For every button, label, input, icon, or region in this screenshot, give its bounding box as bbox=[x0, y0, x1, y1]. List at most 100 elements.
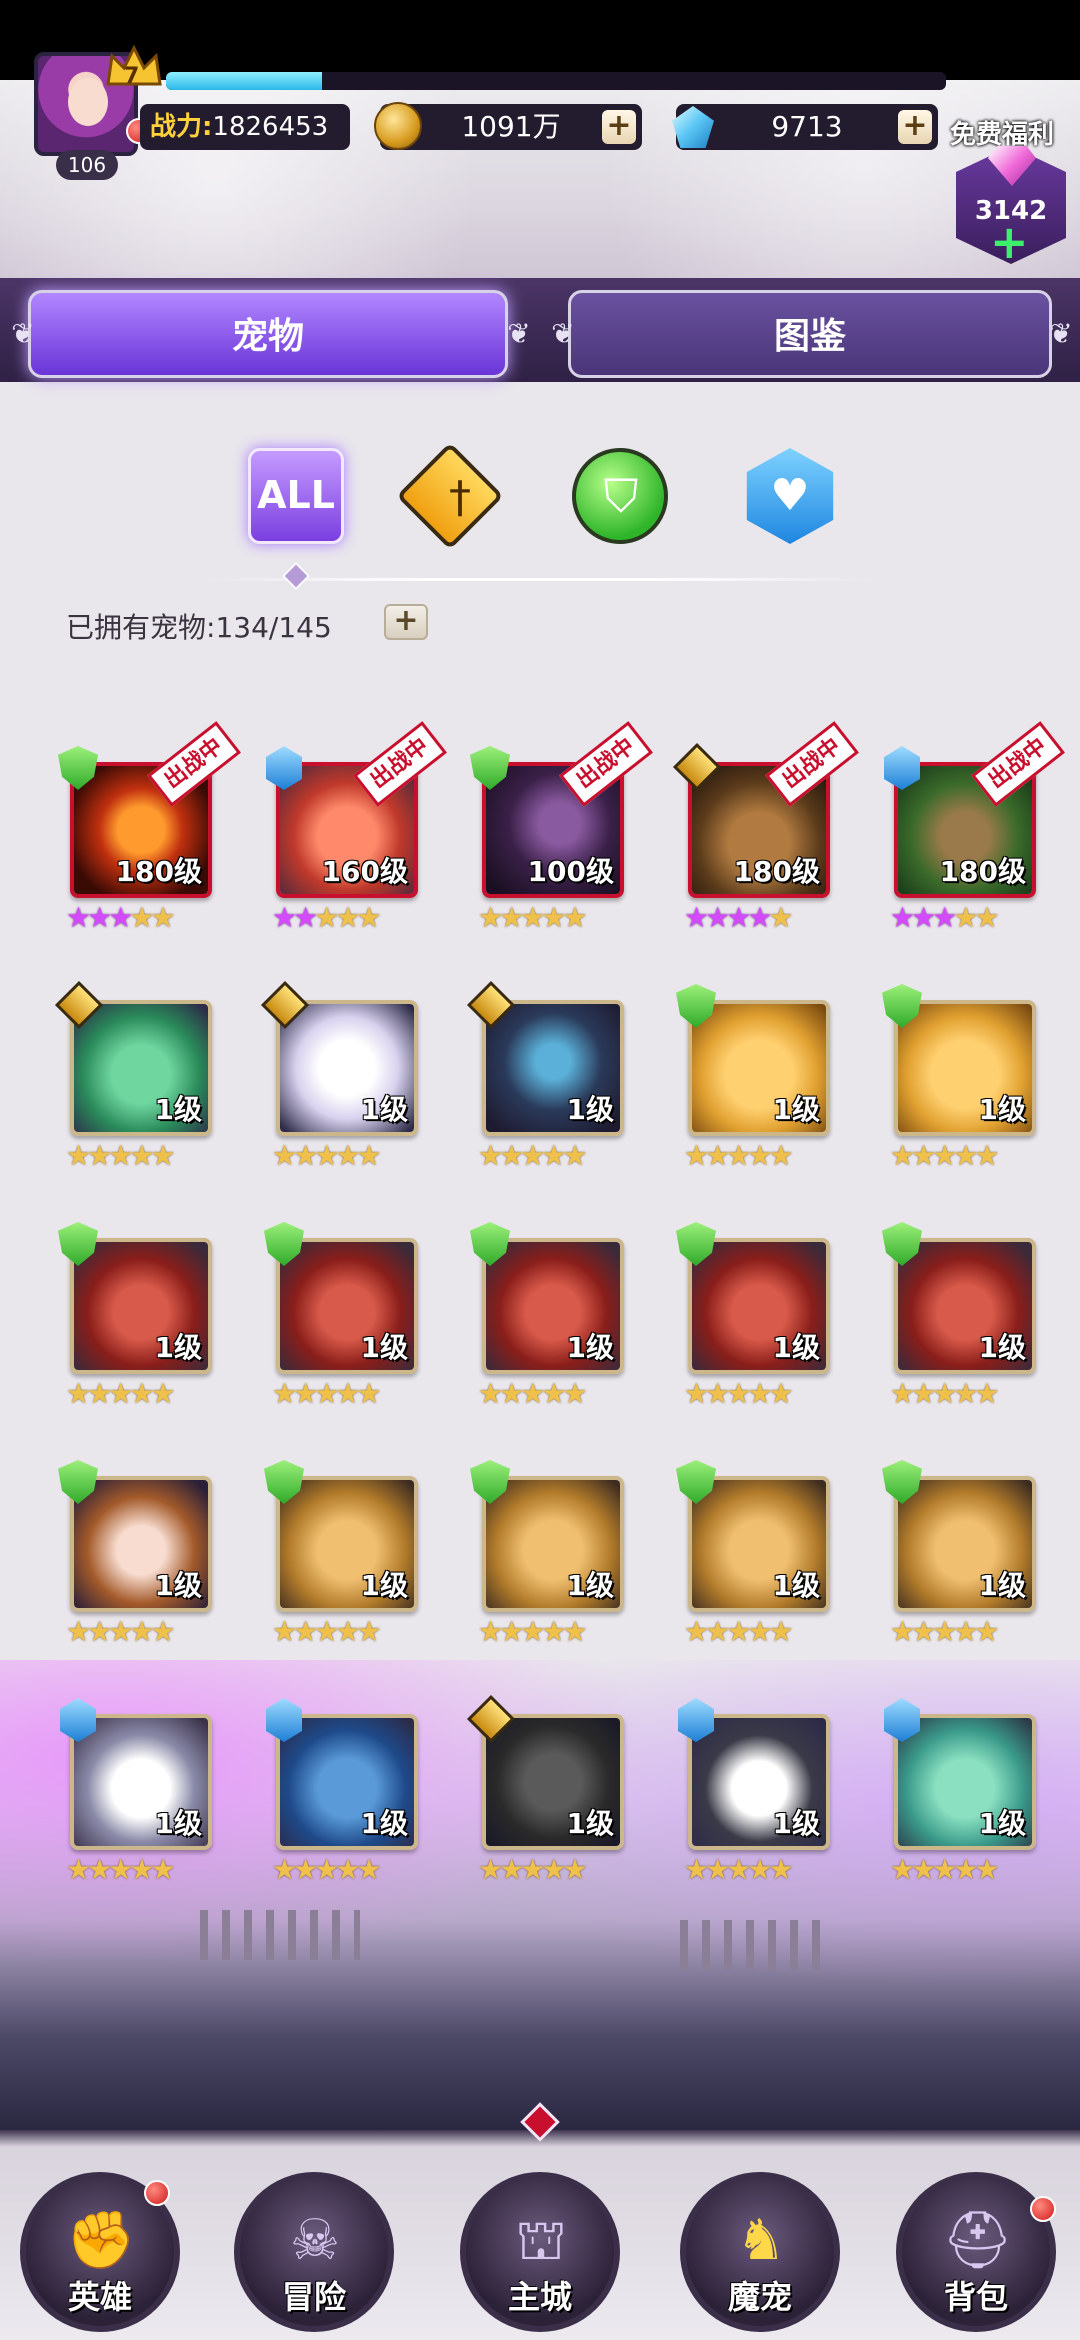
star-icon: ★ bbox=[66, 1377, 91, 1410]
star-icon: ★ bbox=[684, 1615, 709, 1648]
star-icon: ★ bbox=[911, 1853, 936, 1886]
star-icon: ★ bbox=[747, 1853, 772, 1886]
pet-star-rating: ★★★★★ bbox=[66, 1378, 220, 1410]
pet-card[interactable]: 180级 出战中 ★★★★★ bbox=[58, 721, 241, 934]
pet-level: 1级 bbox=[772, 1569, 820, 1602]
star-icon: ★ bbox=[726, 1615, 751, 1648]
star-icon: ★ bbox=[293, 1615, 318, 1648]
star-icon: ★ bbox=[911, 1139, 936, 1172]
star-icon: ★ bbox=[974, 901, 999, 934]
star-icon: ★ bbox=[974, 1139, 999, 1172]
pet-star-rating: ★★★★★ bbox=[684, 902, 838, 934]
star-icon: ★ bbox=[108, 1853, 133, 1886]
star-icon: ★ bbox=[150, 1377, 175, 1410]
nav-main-city[interactable]: ⛫ 主城 bbox=[460, 2172, 620, 2332]
star-icon: ★ bbox=[272, 1853, 297, 1886]
add-diamond-icon[interactable]: + bbox=[990, 219, 1029, 265]
pet-portrait-frame: 1级 bbox=[70, 1714, 212, 1850]
pet-card[interactable]: 1级 ★★★★★ bbox=[60, 1698, 220, 1886]
owned-pets-count: 已拥有宠物:134/145 bbox=[66, 606, 332, 646]
star-icon: ★ bbox=[726, 1139, 751, 1172]
castle-gate-icon: ⛫ bbox=[515, 2208, 567, 2273]
pet-level: 1级 bbox=[360, 1093, 408, 1126]
pet-card[interactable]: 1级 ★★★★★ bbox=[58, 1460, 220, 1648]
star-icon: ★ bbox=[953, 1615, 978, 1648]
pet-star-rating: ★★★★★ bbox=[890, 1378, 1044, 1410]
star-icon: ★ bbox=[87, 901, 112, 934]
gold-amount: 1091万 bbox=[461, 110, 561, 143]
star-icon: ★ bbox=[953, 1139, 978, 1172]
pet-card[interactable]: 100级 出战中 ★★★★★ bbox=[470, 721, 653, 934]
star-icon: ★ bbox=[953, 1853, 978, 1886]
pet-card[interactable]: 1级 ★★★★★ bbox=[266, 1698, 426, 1886]
pet-star-rating: ★★★★★ bbox=[890, 1854, 1044, 1886]
pet-card[interactable]: 160级 出战中 ★★★★★ bbox=[266, 721, 447, 934]
star-icon: ★ bbox=[890, 1377, 915, 1410]
nav-pets[interactable]: ♞ 魔宠 bbox=[680, 2172, 840, 2332]
dragon-icon: ♞ bbox=[735, 2208, 787, 2273]
pet-level: 180级 bbox=[115, 855, 202, 888]
star-icon: ★ bbox=[520, 901, 545, 934]
pet-card[interactable]: 1级 ★★★★★ bbox=[884, 1698, 1044, 1886]
tab-pets[interactable]: 宠物 bbox=[28, 290, 508, 378]
pet-card[interactable]: 1级 ★★★★★ bbox=[676, 984, 838, 1172]
pet-card[interactable]: 1级 ★★★★★ bbox=[470, 1460, 632, 1648]
star-icon: ★ bbox=[314, 1853, 339, 1886]
pet-portrait-frame: 1级 bbox=[688, 1476, 830, 1612]
star-icon: ★ bbox=[478, 1139, 503, 1172]
pet-card[interactable]: 1级 ★★★★★ bbox=[466, 1694, 632, 1886]
star-icon: ★ bbox=[499, 901, 524, 934]
free-benefit-label[interactable]: 免费福利 bbox=[950, 114, 1054, 151]
pet-card[interactable]: 1级 ★★★★★ bbox=[466, 980, 632, 1172]
pet-card[interactable]: 1级 ★★★★★ bbox=[882, 1460, 1044, 1648]
pet-level: 1级 bbox=[772, 1331, 820, 1364]
add-gold-button[interactable]: + bbox=[602, 110, 636, 144]
pet-card[interactable]: 1级 ★★★★★ bbox=[264, 1460, 426, 1648]
star-icon: ★ bbox=[726, 1377, 751, 1410]
pet-level: 1级 bbox=[772, 1093, 820, 1126]
pet-card[interactable]: 1级 ★★★★★ bbox=[260, 980, 426, 1172]
pet-card[interactable]: 1级 ★★★★★ bbox=[676, 1460, 838, 1648]
pet-card[interactable]: 1级 ★★★★★ bbox=[54, 980, 220, 1172]
star-icon: ★ bbox=[520, 1139, 545, 1172]
tab-ornament-icon: ❦ bbox=[551, 317, 575, 350]
pet-card[interactable]: 1级 ★★★★★ bbox=[676, 1222, 838, 1410]
star-icon: ★ bbox=[293, 1139, 318, 1172]
add-crystal-button[interactable]: + bbox=[898, 110, 932, 144]
star-icon: ★ bbox=[768, 901, 793, 934]
tab-ornament-icon: ❦ bbox=[11, 317, 35, 350]
pet-card[interactable]: 1级 ★★★★★ bbox=[470, 1222, 632, 1410]
pet-card[interactable]: 1级 ★★★★★ bbox=[678, 1698, 838, 1886]
star-icon: ★ bbox=[890, 1139, 915, 1172]
xp-bar bbox=[166, 72, 946, 90]
expand-slots-button[interactable]: + bbox=[384, 604, 428, 640]
nav-pets-label: 魔宠 bbox=[727, 2278, 792, 2316]
star-icon: ★ bbox=[911, 901, 936, 934]
star-icon: ★ bbox=[768, 1615, 793, 1648]
star-icon: ★ bbox=[314, 1139, 339, 1172]
tab-compendium[interactable]: 图鉴 bbox=[568, 290, 1052, 378]
star-icon: ★ bbox=[335, 1377, 360, 1410]
star-icon: ★ bbox=[356, 901, 381, 934]
pet-card[interactable]: 1级 ★★★★★ bbox=[882, 984, 1044, 1172]
pet-card[interactable]: 1级 ★★★★★ bbox=[882, 1222, 1044, 1410]
combat-power: 战力:1826453 bbox=[140, 104, 350, 150]
pet-star-rating: ★★★★★ bbox=[684, 1854, 838, 1886]
star-icon: ★ bbox=[272, 1615, 297, 1648]
star-icon: ★ bbox=[499, 1853, 524, 1886]
pet-card[interactable]: 180级 出战中 ★★★★★ bbox=[884, 721, 1065, 934]
star-icon: ★ bbox=[108, 1377, 133, 1410]
pet-card[interactable]: 180级 出战中 ★★★★★ bbox=[672, 721, 859, 934]
star-icon: ★ bbox=[272, 1139, 297, 1172]
fence bbox=[200, 1910, 360, 1960]
nav-adventure[interactable]: ☠ 冒险 bbox=[234, 2172, 394, 2332]
pet-card[interactable]: 1级 ★★★★★ bbox=[264, 1222, 426, 1410]
nav-backpack[interactable]: ⛑ 背包 bbox=[896, 2172, 1056, 2332]
star-icon: ★ bbox=[66, 1139, 91, 1172]
star-icon: ★ bbox=[705, 1615, 730, 1648]
star-icon: ★ bbox=[932, 901, 957, 934]
pet-star-rating: ★★★★★ bbox=[478, 1378, 632, 1410]
pet-card[interactable]: 1级 ★★★★★ bbox=[58, 1222, 220, 1410]
pet-star-rating: ★★★★★ bbox=[66, 1854, 220, 1886]
filter-all-button[interactable]: ALL bbox=[248, 448, 344, 544]
